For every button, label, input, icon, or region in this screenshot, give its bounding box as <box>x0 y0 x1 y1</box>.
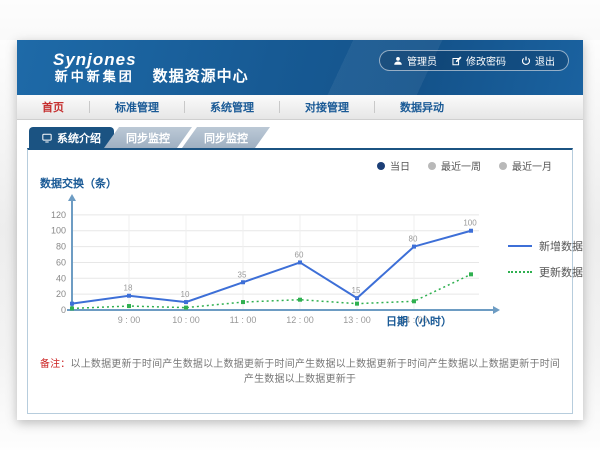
logout-label: 退出 <box>535 53 555 68</box>
svg-text:120: 120 <box>51 210 66 220</box>
legend-line-solid <box>508 245 532 247</box>
tab-system-intro[interactable]: 系统介绍 <box>29 127 114 148</box>
radio-label: 最近一月 <box>512 158 552 173</box>
svg-text:60: 60 <box>295 250 304 259</box>
app-header: Synjones 新中新集团 数据资源中心 管理员 修改密码 退出 <box>17 40 583 95</box>
tab-sync-monitor-2[interactable]: 同步监控 <box>182 127 270 148</box>
radio-last-week[interactable]: 最近一周 <box>428 158 481 173</box>
user-icon <box>393 56 403 66</box>
logout-button[interactable]: 退出 <box>521 53 555 68</box>
svg-text:100: 100 <box>463 219 477 228</box>
svg-text:9 : 00: 9 : 00 <box>118 315 141 325</box>
svg-text:80: 80 <box>56 242 66 252</box>
document-icon <box>42 133 52 143</box>
power-icon <box>521 56 531 66</box>
page-title: 数据资源中心 <box>153 65 249 86</box>
legend-item-new-data: 新增数据 <box>508 238 583 254</box>
legend-line-dotted <box>508 271 532 273</box>
change-password-button[interactable]: 修改密码 <box>452 53 506 68</box>
tab-sync-monitor-1[interactable]: 同步监控 <box>104 127 192 148</box>
nav-item-system[interactable]: 系统管理 <box>185 99 279 115</box>
svg-text:10 : 00: 10 : 00 <box>172 315 200 325</box>
company-logo: Synjones 新中新集团 <box>53 50 137 84</box>
chart-panel: 当日 最近一周 最近一月 数据交换（条） 0 20 40 60 80 100 120 9 : … <box>27 148 573 414</box>
tab-bar: 系统介绍 同步监控 同步监控 <box>29 127 583 148</box>
chart-area: 数据交换（条） 0204060801001209 : 0010 : 0011 :… <box>34 192 583 332</box>
nav-item-home[interactable]: 首页 <box>17 99 89 115</box>
note-text: 以上数据更新于时间产生数据以上数据更新于时间产生数据以上数据更新于时间产生数据以… <box>71 359 561 385</box>
footer-note: 备注：以上数据更新于时间产生数据以上数据更新于时间产生数据以上数据更新于时间产生… <box>36 355 564 385</box>
main-nav: 首页 标准管理 系统管理 对接管理 数据异动 <box>17 95 583 120</box>
svg-text:60: 60 <box>56 257 66 267</box>
logo-text-en: Synjones <box>53 50 137 70</box>
svg-text:13 : 00: 13 : 00 <box>343 315 371 325</box>
chart-legend: 新增数据 更新数据 <box>508 238 583 332</box>
legend-label: 更新数据 <box>539 264 583 280</box>
logo-text-cn: 新中新集团 <box>53 70 137 85</box>
radio-label: 当日 <box>390 158 410 173</box>
svg-text:0: 0 <box>61 305 66 315</box>
svg-text:18: 18 <box>124 284 133 293</box>
nav-item-data-change[interactable]: 数据异动 <box>375 99 469 115</box>
radio-dot <box>499 162 507 170</box>
svg-text:11 : 00: 11 : 00 <box>230 315 257 325</box>
legend-item-updated-data: 更新数据 <box>508 264 583 280</box>
change-password-label: 修改密码 <box>466 53 506 68</box>
main-content: 系统介绍 同步监控 同步监控 当日 最近一周 <box>17 120 583 420</box>
user-toolbar: 管理员 修改密码 退出 <box>379 50 569 71</box>
tab-label: 同步监控 <box>126 130 170 146</box>
svg-text:35: 35 <box>238 270 247 279</box>
user-name-label: 管理员 <box>407 53 437 68</box>
svg-text:20: 20 <box>56 289 66 299</box>
edit-icon <box>452 56 462 66</box>
app-window: Synjones 新中新集团 数据资源中心 管理员 修改密码 退出 首页 标准管… <box>17 40 583 420</box>
nav-item-integration[interactable]: 对接管理 <box>280 99 374 115</box>
radio-today[interactable]: 当日 <box>377 158 410 173</box>
svg-text:15: 15 <box>352 286 361 295</box>
svg-text:10: 10 <box>181 290 190 299</box>
radio-dot <box>428 162 436 170</box>
tab-label: 系统介绍 <box>57 130 101 146</box>
radio-last-month[interactable]: 最近一月 <box>499 158 552 173</box>
nav-item-standards[interactable]: 标准管理 <box>90 99 184 115</box>
svg-text:80: 80 <box>409 235 418 244</box>
svg-text:40: 40 <box>56 273 66 283</box>
user-menu[interactable]: 管理员 <box>393 53 437 68</box>
x-axis-label: 日期（小时） <box>386 313 452 329</box>
time-range-filter: 当日 最近一周 最近一月 <box>377 158 552 173</box>
line-chart: 0 20 40 60 80 100 120 9 : 00 10 : 00 11 : 00 12 : … <box>34 192 504 332</box>
svg-text:12 : 00: 12 : 00 <box>286 315 314 325</box>
note-label: 备注： <box>40 359 71 370</box>
svg-text:100: 100 <box>51 226 66 236</box>
radio-dot-selected <box>377 162 385 170</box>
legend-label: 新增数据 <box>539 238 583 254</box>
tab-label: 同步监控 <box>204 130 248 146</box>
radio-label: 最近一周 <box>441 158 481 173</box>
y-axis-label: 数据交换（条） <box>40 175 117 191</box>
